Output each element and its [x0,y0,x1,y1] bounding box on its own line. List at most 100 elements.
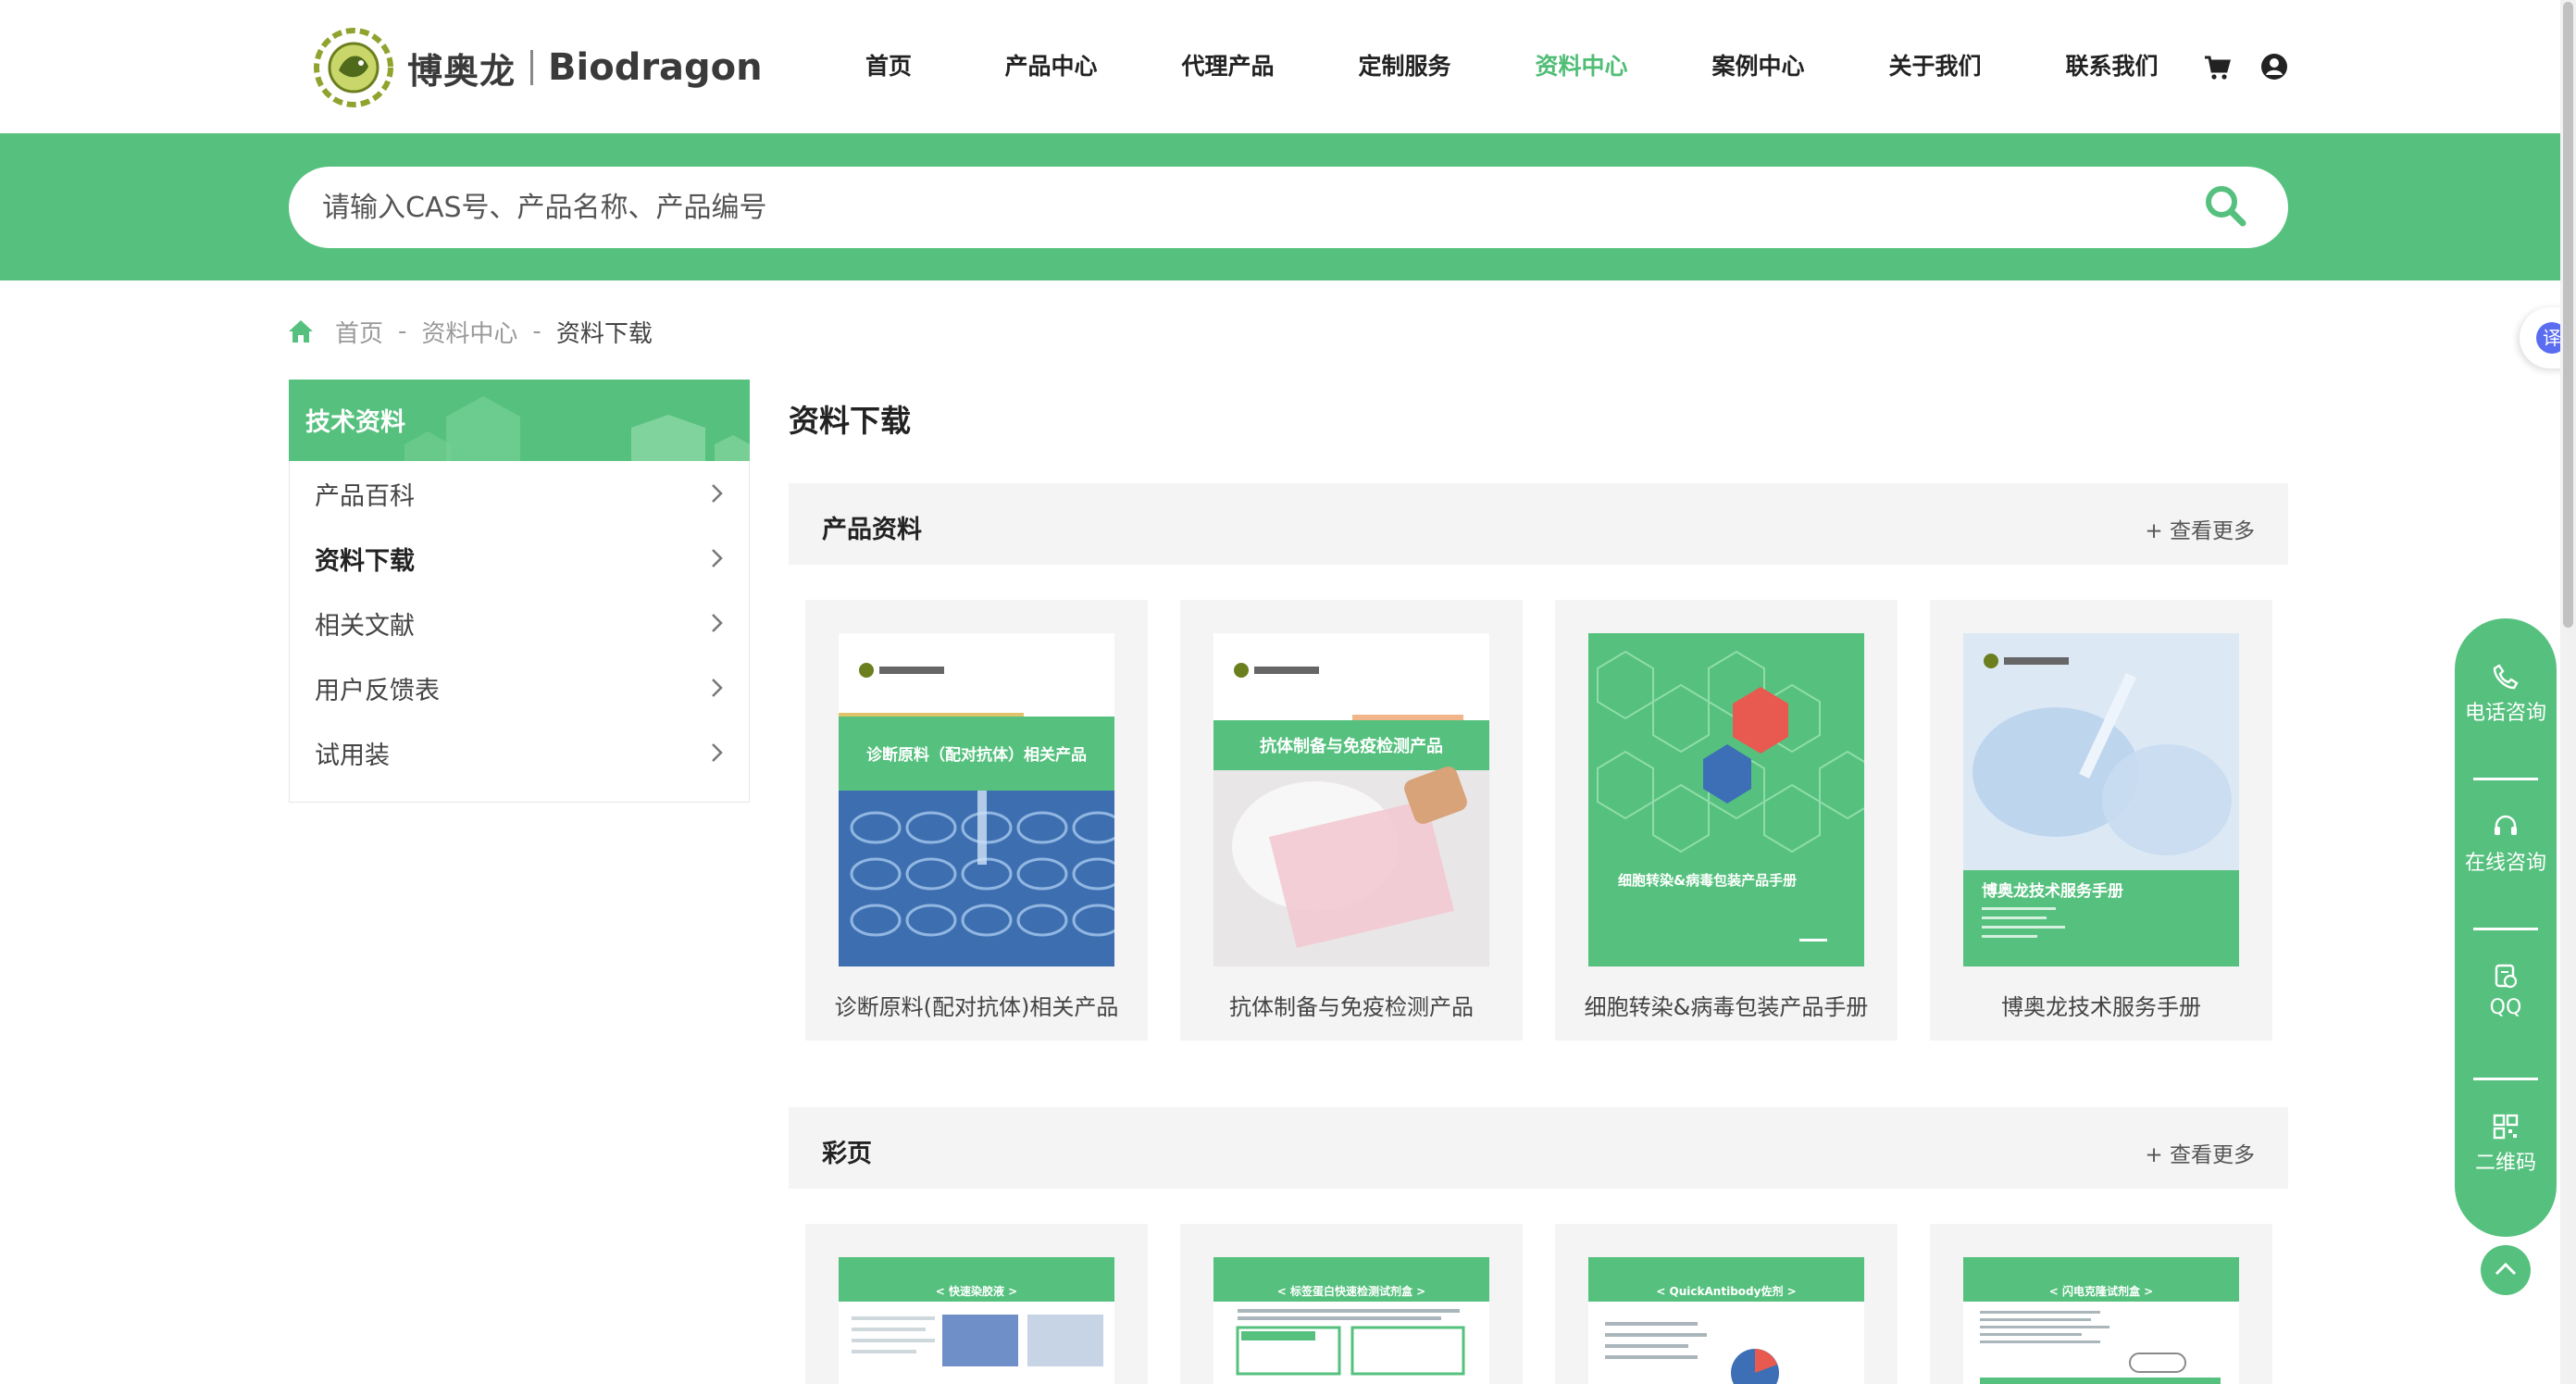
view-more-link[interactable]: + 查看更多 [2145,513,2255,544]
phone-consult-button[interactable]: 电话咨询 [2455,663,2557,726]
brand-logo[interactable]: 博奥龙 Biodragon [309,24,763,111]
chevron-right-icon [712,743,723,762]
brochure-card[interactable]: < 快速染胶液 > [805,1224,1148,1384]
chevron-right-icon [712,484,723,503]
qq-icon [2495,964,2518,989]
float-item-label: 二维码 [2474,1152,2536,1175]
section-header-brochures: 彩页 + 查看更多 [789,1107,2288,1189]
brochure-card[interactable]: < 闪电克隆试剂盒 > [1930,1224,2272,1384]
chevron-right-icon [712,679,723,697]
sidebar-item-feedback-form[interactable]: 用户反馈表 [289,655,750,720]
brochure-cover-image: < 快速染胶液 > [839,1257,1114,1384]
qrcode-button[interactable]: 二维码 [2455,1113,2557,1176]
float-divider [2473,1078,2538,1080]
float-item-label: 在线咨询 [2464,852,2546,875]
sidebar-item-label: 相关文献 [315,611,415,641]
dragon-emblem-icon [314,28,393,107]
doc-card[interactable]: 博奥龙技术服务手册 博奥龙技术服务手册 [1930,600,2272,1041]
doc-card-caption: 诊断原料(配对抗体)相关产品 [834,994,1119,1020]
breadcrumb-resources[interactable]: 资料中心 [421,315,517,349]
float-item-label: QQ [2489,996,2522,1019]
home-icon[interactable] [287,318,315,345]
nav-item-about[interactable]: 关于我们 [1877,48,1993,85]
breadcrumb-home[interactable]: 首页 [335,315,383,349]
sidebar-item-label: 试用装 [315,741,390,770]
search-input[interactable] [322,167,2173,248]
chevron-right-icon [712,614,723,632]
nav-item-products[interactable]: 产品中心 [993,48,1109,85]
brochure-cover-image: < QuickAntibody佐剂 > [1588,1257,1864,1384]
floating-contact-bar: 电话咨询 在线咨询 QQ 二维码 [2455,618,2557,1237]
brand-name-en: Biodragon [548,46,763,89]
doc-card[interactable]: 抗体制备与免疫检测产品 抗体制备与免疫检测产品 [1180,600,1523,1041]
sidebar-item-trial-pack[interactable]: 试用装 [289,720,750,785]
doc-cover-image: 诊断原料（配对抗体）相关产品 [839,633,1114,966]
brochure-cover-title: < 标签蛋白快速检测试剂盒 > [1276,1285,1426,1298]
doc-cover-title: 抗体制备与免疫检测产品 [1260,737,1443,756]
headset-icon [2495,815,2517,835]
brochure-cover-title: < 快速染胶液 > [935,1285,1018,1298]
doc-card-caption: 博奥龙技术服务手册 [2001,994,2201,1020]
chevron-up-icon [2495,1262,2517,1276]
brochure-card[interactable]: < QuickAntibody佐剂 > [1555,1224,1898,1384]
breadcrumb-separator: - [532,318,541,345]
brochure-cover-title: < QuickAntibody佐剂 > [1656,1285,1797,1298]
brand-name-cn: 博奥龙 [407,50,516,92]
brochure-cover-image: < 闪电克隆试剂盒 > [1963,1257,2239,1384]
scrollbar-thumb[interactable] [2563,2,2573,628]
float-divider [2473,928,2538,930]
doc-cover-title: 博奥龙技术服务手册 [1982,882,2123,901]
nav-item-home[interactable]: 首页 [833,48,944,85]
page-scrollbar[interactable] [2560,0,2576,1384]
sidebar-header: 技术资料 [289,380,750,461]
float-divider [2473,778,2538,780]
sidebar-menu: 产品百科 资料下载 相关文献 用户反馈表 试用装 [289,461,750,785]
section-header-product-docs: 产品资料 + 查看更多 [789,483,2288,565]
cart-icon[interactable] [2203,54,2231,81]
back-to-top-button[interactable] [2481,1245,2531,1295]
doc-cover-title: 细胞转染&病毒包装产品手册 [1618,872,1798,889]
search-box [289,167,2288,248]
nav-item-resources[interactable]: 资料中心 [1524,48,1639,85]
nav-item-cases[interactable]: 案例中心 [1700,48,1816,85]
doc-cover-image: 抗体制备与免疫检测产品 [1213,633,1489,966]
sidebar-item-label: 资料下载 [315,546,415,576]
breadcrumb-current: 资料下载 [555,319,653,348]
qq-button[interactable]: QQ [2455,963,2557,1019]
sidebar-item-label: 用户反馈表 [315,676,440,705]
doc-cover-title: 诊断原料（配对抗体）相关产品 [866,746,1087,765]
nav-item-contact[interactable]: 联系我们 [2054,48,2170,85]
doc-cover-image: 细胞转染&病毒包装产品手册 [1588,633,1864,966]
nav-item-custom-services[interactable]: 定制服务 [1347,48,1462,85]
sidebar-title: 技术资料 [305,408,405,437]
doc-card[interactable]: 诊断原料（配对抗体）相关产品 诊断原料(配对抗体)相关产品 [805,600,1148,1041]
main-nav: 首页 产品中心 代理产品 定制服务 资料中心 案例中心 关于我们 联系我们 [833,48,2170,85]
sidebar-item-label: 产品百科 [315,481,415,511]
float-item-label: 电话咨询 [2464,702,2546,725]
brochure-card[interactable]: < 标签蛋白快速检测试剂盒 > [1180,1224,1523,1384]
qrcode-icon [2493,1114,2519,1140]
online-consult-button[interactable]: 在线咨询 [2455,813,2557,876]
chevron-right-icon [712,549,723,567]
doc-cover-image: 博奥龙技术服务手册 [1963,633,2239,966]
logo-divider [530,50,534,85]
doc-card-caption: 细胞转染&病毒包装产品手册 [1584,994,1869,1020]
sidebar-item-product-wiki[interactable]: 产品百科 [289,461,750,526]
page-title: 资料下载 [789,403,911,439]
breadcrumb-separator: - [398,318,407,345]
user-account-icon[interactable] [2260,53,2288,81]
view-more-link[interactable]: + 查看更多 [2145,1137,2255,1168]
search-icon[interactable] [2203,183,2247,228]
phone-icon [2493,664,2519,690]
brochure-cover-image: < 标签蛋白快速检测试剂盒 > [1213,1257,1489,1384]
sidebar-item-literature[interactable]: 相关文献 [289,591,750,655]
section-title: 彩页 [822,1140,872,1168]
section-title: 产品资料 [822,516,922,544]
doc-card-caption: 抗体制备与免疫检测产品 [1229,994,1474,1020]
sidebar-item-downloads[interactable]: 资料下载 [289,526,750,591]
nav-item-agency-products[interactable]: 代理产品 [1170,48,1286,85]
brochure-cover-title: < 闪电克隆试剂盒 > [2048,1285,2154,1298]
translate-label: 译 [2543,327,2561,349]
breadcrumb: 首页 - 资料中心 - 资料下载 [287,315,653,348]
doc-card[interactable]: 细胞转染&病毒包装产品手册 细胞转染&病毒包装产品手册 [1555,600,1898,1041]
